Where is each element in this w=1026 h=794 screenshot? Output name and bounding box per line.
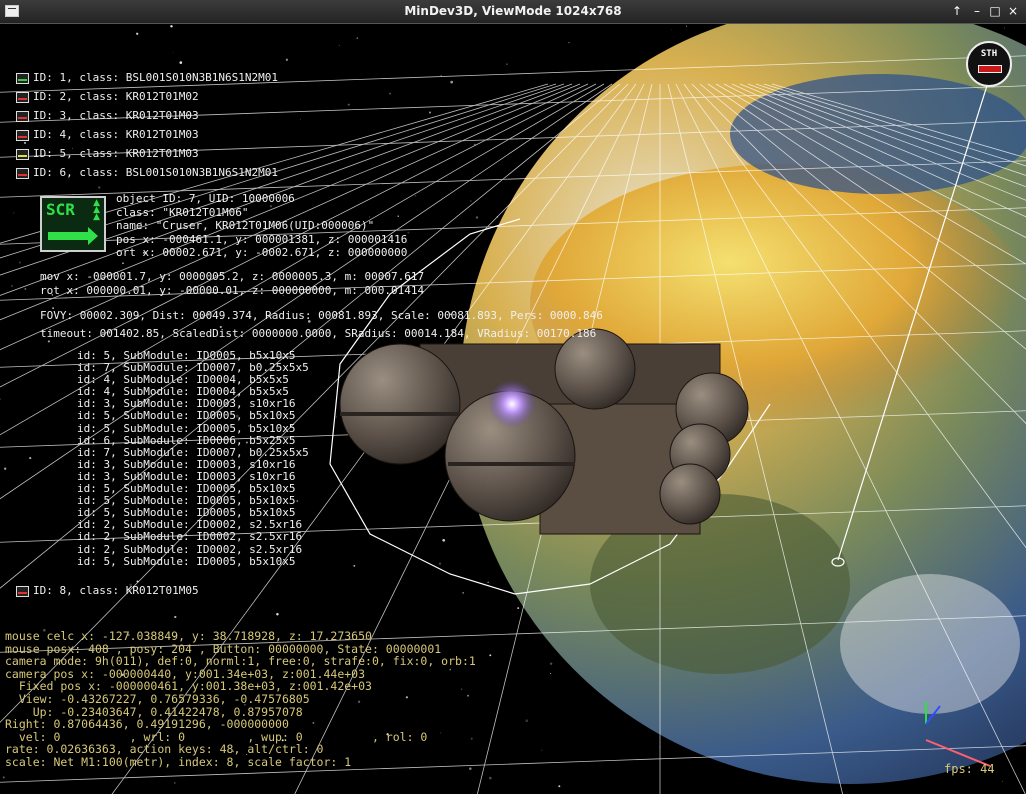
ship-icon-yellow xyxy=(16,148,29,160)
submodule-row: id: 2, SubModule: ID0002, s2.5xr16 xyxy=(77,542,303,556)
selected-object-badge[interactable]: SCR ▲ ▲ ▲ xyxy=(40,196,106,252)
debug-line: camera mode: 9h(011), def:0, norml:1, fr… xyxy=(5,654,476,669)
station-marker[interactable]: STH xyxy=(966,41,1012,87)
maximize-icon[interactable]: □ xyxy=(987,3,1003,19)
debug-line: mouse celc x: -127.038849, y: 38.718928,… xyxy=(5,629,372,643)
selected-info-line: pos x: -000461.1, y: 000001381, z: 00000… xyxy=(116,232,408,246)
object-list-item[interactable]: ID: 1, class: BSL001S010N3B1N6S1N2M01 xyxy=(16,68,278,87)
timeout-line: timeout: 001402.85, ScaledDist: 0000000.… xyxy=(40,327,597,340)
submodule-row: id: 5, SubModule: ID0005, b5x10x5 xyxy=(77,554,296,568)
object-list-item[interactable]: ID: 4, class: KR012T01M03 xyxy=(16,125,278,144)
ship-icon-red xyxy=(16,167,29,179)
station-health-bar xyxy=(978,65,1002,73)
3d-viewport[interactable]: ID: 1, class: BSL001S010N3B1N6S1N2M01 ID:… xyxy=(0,24,1026,794)
title-bar[interactable]: MinDev3D, ViewMode 1024x768 ↑ – □ × xyxy=(0,0,1026,24)
object-list: ID: 1, class: BSL001S010N3B1N6S1N2M01 ID:… xyxy=(16,68,278,182)
object-label: ID: 2, class: KR012T01M02 xyxy=(33,90,199,103)
submodule-row: id: 2, SubModule: ID0002, s2.5xr16 xyxy=(77,530,303,544)
station-label: STH xyxy=(980,49,998,59)
debug-info: mouse celc x: -127.038849, y: 38.718928,… xyxy=(5,630,476,769)
scr-label: SCR xyxy=(46,200,75,219)
debug-line: View: -0.43267227, 0.76579336, -0.475768… xyxy=(5,691,310,706)
selected-info-line: class: "KR012T01M06" xyxy=(116,205,249,219)
submodule-row: id: 5, SubModule: ID0005, b5x10x5 xyxy=(77,421,296,435)
fps-counter: fps: 44 xyxy=(944,762,995,776)
window-title: MinDev3D, ViewMode 1024x768 xyxy=(404,4,622,18)
ship-icon-green xyxy=(16,72,29,84)
object-label: ID: 1, class: BSL001S010N3B1N6S1N2M01 xyxy=(33,71,279,84)
app-window: MinDev3D, ViewMode 1024x768 ↑ – □ × ID: … xyxy=(0,0,1026,794)
minimize-icon[interactable]: – xyxy=(969,3,985,19)
object-label: ID: 5, class: KR012T01M03 xyxy=(33,147,199,160)
cruiser-ship xyxy=(339,328,749,535)
heading-arrow-icon xyxy=(48,227,98,245)
view-info: FOVY: 00002.309, Dist: 00049.374, Radius… xyxy=(40,307,603,343)
object-label: ID: 8, class: KR012T01M05 xyxy=(33,584,199,597)
debug-line: scale: Net M1:100(metr), index: 8, scale… xyxy=(5,754,352,769)
debug-line: Right: 0.87064436, 0.49191296, -00000000… xyxy=(5,717,289,732)
submodule-row: id: 5, SubModule: ID0005, b5x10x5 xyxy=(77,409,296,423)
selected-info-line: object ID: 7, UID: 10000006 xyxy=(116,192,295,205)
ship-icon-red xyxy=(16,129,29,141)
submodule-row: id: 6, SubModule: ID0006, b5x25x5 xyxy=(77,433,296,447)
rot-line: rot x: 000000.01, y: -00000.01, z: 00000… xyxy=(40,283,425,297)
object-label: ID: 6, class: BSL001S010N3B1N6S1N2M01 xyxy=(33,166,279,179)
object-list-item[interactable]: ID: 3, class: KR012T01M03 xyxy=(16,106,278,125)
selected-object-info: object ID: 7, UID: 10000006 class: "KR012… xyxy=(116,192,407,260)
ship-icon-red xyxy=(16,110,29,122)
object-list-item[interactable]: ID: 6, class: BSL001S010N3B1N6S1N2M01 xyxy=(16,163,278,182)
selected-info-line: ort x: 00002.671, y: -0002.671, z: 00000… xyxy=(116,246,408,259)
object-label: ID: 3, class: KR012T01M03 xyxy=(33,109,199,122)
keep-above-icon[interactable]: ↑ xyxy=(949,3,965,19)
fovy-line: FOVY: 00002.309, Dist: 00049.374, Radius… xyxy=(40,309,603,322)
motion-info: mov x: -000001.7, y: 0000005.2, z: 00000… xyxy=(40,270,424,297)
object-list-item[interactable]: ID: 8, class: KR012T01M05 xyxy=(16,581,199,600)
ship-icon-red xyxy=(16,91,29,103)
submodule-list: id: 5, SubModule: ID0005, b5x10x5 id: 7, … xyxy=(77,349,309,568)
close-icon[interactable]: × xyxy=(1005,3,1021,19)
chevron-up-icon: ▲ ▲ ▲ xyxy=(93,198,100,222)
ship-icon-red xyxy=(16,585,29,597)
mov-line: mov x: -000001.7, y: 0000005.2, z: 00000… xyxy=(40,270,425,283)
selected-info-line: name: "Cruser, KR012T01M06(UID:000006)" xyxy=(116,219,375,232)
object-list-item[interactable]: ID: 5, class: KR012T01M03 xyxy=(16,144,278,163)
object-label: ID: 4, class: KR012T01M03 xyxy=(33,128,199,141)
object-list-item[interactable]: ID: 2, class: KR012T01M02 xyxy=(16,87,278,106)
